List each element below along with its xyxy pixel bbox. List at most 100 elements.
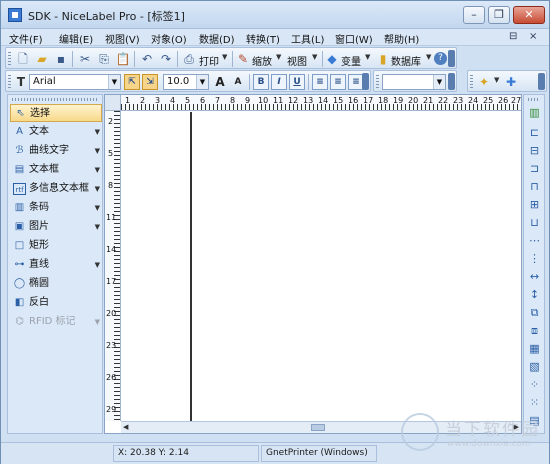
toolbar-options-button[interactable] — [538, 73, 545, 90]
underline-button[interactable]: U — [289, 74, 305, 90]
database-icon[interactable]: ▮ — [375, 51, 391, 67]
distribute-horizontal-icon[interactable]: ⋯ — [527, 233, 542, 248]
chevron-down-icon[interactable]: ▼ — [95, 180, 100, 198]
save-icon[interactable]: ▪ — [53, 51, 69, 67]
ungroup-icon[interactable]: ▧ — [527, 359, 542, 374]
chevron-down-icon[interactable]: ▼ — [95, 161, 100, 179]
printer-icon[interactable]: ⎙ — [181, 51, 197, 67]
menu-help[interactable]: 帮助(H) — [384, 31, 419, 46]
chevron-down-icon[interactable]: ▼ — [196, 75, 208, 89]
align-right-icon[interactable]: ⊐ — [527, 161, 542, 176]
tool-picture[interactable]: ▣ 图片 ▼ — [10, 218, 102, 236]
minimize-button[interactable]: – — [463, 6, 485, 24]
menu-view[interactable]: 视图(V) — [105, 31, 140, 46]
tool-rectangle[interactable]: □ 矩形 — [10, 237, 102, 255]
group-icon[interactable]: ▦ — [527, 341, 542, 356]
menu-data[interactable]: 数据(D) — [199, 31, 235, 46]
panel-grip[interactable] — [12, 98, 98, 101]
horizontal-ruler[interactable]: 1 2 3 4 5 6 7 8 9 10 11 12 13 14 15 16 1… — [121, 95, 521, 111]
tool-line[interactable]: ⊶ 直线 ▼ — [10, 256, 102, 274]
align-right-icon[interactable]: ⇲ — [142, 74, 158, 90]
menu-edit[interactable]: 编辑(E) — [59, 31, 93, 46]
tool-rich-text-box[interactable]: rtf 多信息文本框 ▼ — [10, 180, 102, 198]
menu-window[interactable]: 窗口(W) — [335, 31, 373, 46]
view-dropdown-icon[interactable]: ▼ — [312, 53, 317, 61]
same-height-icon[interactable]: ↕ — [527, 287, 542, 302]
panel-grip[interactable] — [528, 98, 540, 101]
close-button[interactable]: ✕ — [513, 6, 545, 24]
menu-object[interactable]: 对象(O) — [151, 31, 187, 46]
paste-icon[interactable]: 📋 — [115, 51, 131, 67]
variable-icon[interactable]: ◆ — [324, 51, 340, 67]
align-bottom-icon[interactable]: ⊔ — [527, 215, 542, 230]
chevron-down-icon[interactable]: ▼ — [433, 75, 445, 89]
align-middle-icon[interactable]: ⊞ — [527, 197, 542, 212]
tool-ellipse[interactable]: ◯ 椭圆 — [10, 275, 102, 293]
chevron-down-icon[interactable]: ▼ — [95, 218, 100, 236]
toolbar-grip[interactable] — [8, 52, 11, 66]
font-name-select[interactable]: Arial ▼ — [29, 74, 121, 90]
snap-icon[interactable]: ⁙ — [527, 395, 542, 410]
ruler-corner[interactable] — [105, 95, 121, 111]
font-size-select[interactable]: 10.0 ▼ — [163, 74, 209, 90]
variable-wizard-icon[interactable]: ✦ — [476, 74, 492, 90]
label-design-area[interactable]: 1 2 3 4 5 6 7 8 9 10 11 12 13 14 15 16 1… — [104, 94, 522, 434]
mdi-restore-button[interactable]: ⊟ — [509, 31, 517, 42]
variable-select[interactable]: ▼ — [382, 74, 446, 90]
variable-wizard-dropdown-icon[interactable]: ▼ — [494, 76, 499, 84]
menu-tools[interactable]: 工具(L) — [291, 31, 324, 46]
variables-label[interactable]: 变量 — [341, 53, 361, 68]
redo-icon[interactable]: ↷ — [158, 51, 174, 67]
print-dropdown-icon[interactable]: ▼ — [222, 53, 227, 61]
send-backward-icon[interactable]: ⧈ — [527, 323, 542, 338]
text-align-center-icon[interactable]: ≡ — [330, 74, 346, 90]
print-label[interactable]: 打印 — [199, 53, 219, 68]
scroll-left-icon[interactable]: ◀ — [123, 423, 128, 431]
database-label[interactable]: 数据库 — [391, 53, 421, 68]
vertical-ruler[interactable]: 2 5 8 11 14 17 20 23 26 29 — [105, 111, 121, 421]
tool-curve-text[interactable]: ℬ 曲线文字 ▼ — [10, 142, 102, 160]
toolbar-options-button[interactable] — [448, 50, 455, 67]
chevron-down-icon[interactable]: ▼ — [95, 123, 100, 141]
copy-icon[interactable]: ⎘ — [96, 51, 112, 67]
app-logo-icon[interactable] — [8, 8, 22, 22]
zoom-dropdown-icon[interactable]: ▼ — [276, 53, 281, 61]
grid-icon[interactable]: ⁘ — [527, 377, 542, 392]
toolbar-options-button[interactable] — [362, 73, 369, 90]
tool-select[interactable]: ⇖ 选择 — [10, 104, 102, 122]
zoom-icon[interactable]: ✎ — [235, 51, 251, 67]
tool-barcode[interactable]: ▥ 条码 ▼ — [10, 199, 102, 217]
variables-dropdown-icon[interactable]: ▼ — [365, 53, 370, 61]
open-folder-icon[interactable]: ▰ — [34, 51, 50, 67]
same-width-icon[interactable]: ↔ — [527, 269, 542, 284]
layers-icon[interactable]: ▥ — [527, 105, 542, 120]
align-top-icon[interactable]: ⊓ — [527, 179, 542, 194]
restore-button[interactable]: ❐ — [488, 6, 510, 24]
toolbar-options-button[interactable] — [448, 73, 455, 90]
chevron-down-icon[interactable]: ▼ — [95, 199, 100, 217]
menu-transform[interactable]: 转换(T) — [246, 31, 280, 46]
grow-font-icon[interactable]: A — [212, 74, 228, 90]
bold-button[interactable]: B — [253, 74, 269, 90]
toolbar-grip[interactable] — [376, 75, 379, 89]
view-label[interactable]: 视图 — [287, 53, 307, 68]
title-bar[interactable]: SDK - NiceLabel Pro - [标签1] – ❐ ✕ — [1, 1, 549, 29]
text-align-left-icon[interactable]: ≡ — [312, 74, 328, 90]
distribute-vertical-icon[interactable]: ⋮ — [527, 251, 542, 266]
database-dropdown-icon[interactable]: ▼ — [426, 53, 431, 61]
printer-status[interactable]: GnetPrinter (Windows) — [261, 445, 377, 462]
chevron-down-icon[interactable]: ▼ — [95, 256, 100, 274]
tool-text[interactable]: A 文本 ▼ — [10, 123, 102, 141]
shrink-font-icon[interactable]: A — [230, 74, 246, 90]
help-icon[interactable]: ? — [434, 52, 447, 65]
toolbar-grip[interactable] — [470, 75, 473, 89]
variable-edit-icon[interactable]: ✚ — [503, 74, 519, 90]
cut-icon[interactable]: ✂ — [77, 51, 93, 67]
chevron-down-icon[interactable]: ▼ — [108, 75, 120, 89]
menu-file[interactable]: 文件(F) — [9, 31, 43, 46]
align-center-icon[interactable]: ⊟ — [527, 143, 542, 158]
tool-text-box[interactable]: ▤ 文本框 ▼ — [10, 161, 102, 179]
align-left-icon[interactable]: ⊏ — [527, 125, 542, 140]
zoom-label[interactable]: 缩放 — [252, 53, 272, 68]
new-file-icon[interactable]: 🗋 — [15, 51, 31, 67]
